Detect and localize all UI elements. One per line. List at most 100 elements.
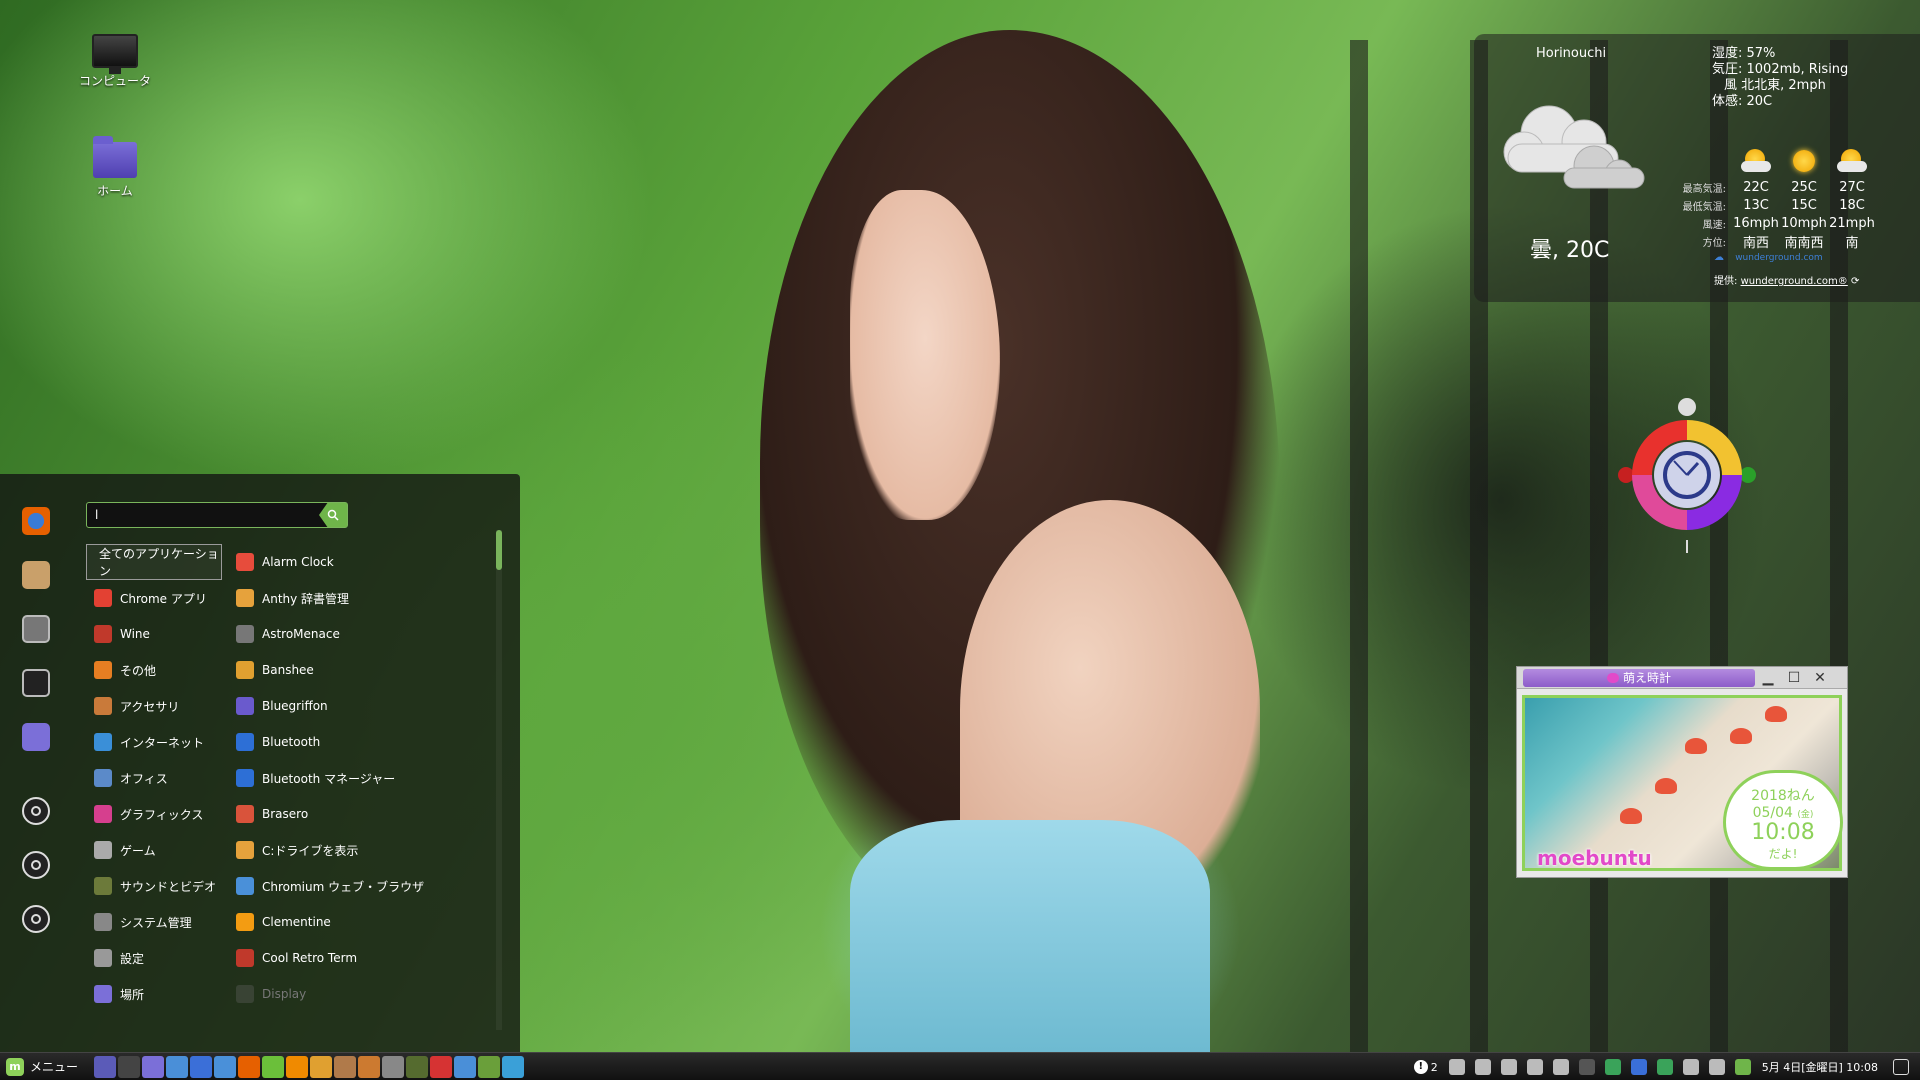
refresh-icon[interactable]: ⟳	[1851, 276, 1859, 287]
app-item[interactable]: Display	[232, 976, 492, 1012]
app-item[interactable]: Brasero	[232, 796, 492, 832]
mail-launcher-icon[interactable]	[334, 1055, 357, 1078]
category-item[interactable]: アクセサリ	[86, 688, 222, 724]
pen-icon[interactable]	[1500, 1059, 1517, 1075]
category-item[interactable]: インターネット	[86, 724, 222, 760]
terminal-launcher-icon[interactable]	[118, 1055, 141, 1078]
update-icon[interactable]	[1656, 1059, 1673, 1075]
banshee-launcher-icon[interactable]	[310, 1055, 333, 1078]
sunny-icon	[1780, 144, 1828, 178]
mint-update-icon[interactable]	[1734, 1059, 1751, 1075]
firefox-launcher-icon[interactable]	[238, 1055, 261, 1078]
moe-clock-title-box: 萌え時計	[1523, 668, 1755, 687]
volume-icon[interactable]	[1526, 1059, 1543, 1075]
category-label: サウンドとビデオ	[120, 879, 217, 894]
category-item[interactable]: ゲーム	[86, 832, 222, 868]
logout-button[interactable]	[10, 838, 62, 892]
app-item[interactable]: Bluegriffon	[232, 688, 492, 724]
files-launcher-icon[interactable]	[142, 1055, 165, 1078]
screenshot-icon[interactable]	[1474, 1059, 1491, 1075]
show-desktop-icon[interactable]	[1893, 1059, 1909, 1075]
forecast-value: 27C	[1839, 179, 1865, 195]
category-item[interactable]: 全てのアプリケーション	[86, 544, 222, 580]
forecast-value: 16mph	[1733, 215, 1779, 231]
category-item[interactable]: 場所	[86, 976, 222, 1012]
category-item[interactable]: Wine	[86, 616, 222, 652]
app-item[interactable]: Banshee	[232, 652, 492, 688]
close-button[interactable]: ✕	[1807, 668, 1833, 688]
network-icon[interactable]	[1708, 1059, 1725, 1075]
show-desktop-icon[interactable]	[94, 1055, 117, 1078]
desktop-icon-computer[interactable]: コンピュータ	[60, 34, 170, 89]
app-item[interactable]: AstroMenace	[232, 616, 492, 652]
calculator-launcher-icon[interactable]	[382, 1055, 405, 1078]
app-label: Chromium ウェブ・ブラウザ	[262, 879, 425, 894]
scrollbar-thumb[interactable]	[496, 530, 502, 570]
panel-clock[interactable]: 5月 4日[金曜日] 10:08	[1762, 1059, 1878, 1075]
wunderground-link[interactable]: wunderground.com®	[1741, 276, 1848, 287]
bluegriffon-launcher-icon[interactable]	[454, 1055, 477, 1078]
lock-screen-button[interactable]	[10, 784, 62, 838]
category-label: オフィス	[120, 771, 168, 786]
favorite-terminal[interactable]	[10, 656, 62, 710]
favorite-package-installer[interactable]	[10, 548, 62, 602]
menu-button[interactable]: m メニュー	[0, 1053, 78, 1080]
app-label: Bluetooth マネージャー	[262, 771, 396, 786]
category-item[interactable]: その他	[86, 652, 222, 688]
record-launcher-icon[interactable]	[430, 1055, 453, 1078]
evernote-icon[interactable]	[1604, 1059, 1621, 1075]
clipboard-icon[interactable]	[1552, 1059, 1569, 1075]
vlc-launcher-icon[interactable]	[286, 1055, 309, 1078]
scanner-launcher-icon[interactable]	[478, 1055, 501, 1078]
disk-launcher-icon[interactable]	[358, 1055, 381, 1078]
software-manager-icon[interactable]	[166, 1055, 189, 1078]
keyboard-icon[interactable]	[1682, 1059, 1699, 1075]
app-item[interactable]: Clementine	[232, 904, 492, 940]
app-list-scrollbar[interactable]	[496, 530, 502, 1030]
app-item[interactable]: Chromium ウェブ・ブラウザ	[232, 868, 492, 904]
office-icon	[94, 769, 112, 787]
accessories-icon	[94, 697, 112, 715]
spotify-launcher-icon[interactable]	[262, 1055, 285, 1078]
category-item[interactable]: サウンドとビデオ	[86, 868, 222, 904]
shield-icon[interactable]	[1630, 1059, 1647, 1075]
moe-clock-titlebar[interactable]: 萌え時計 ▁ ☐ ✕	[1517, 667, 1847, 689]
writer-launcher-icon[interactable]	[502, 1055, 525, 1078]
category-item[interactable]: オフィス	[86, 760, 222, 796]
forecast-value: 22C	[1743, 179, 1769, 195]
category-item[interactable]: システム管理	[86, 904, 222, 940]
app-item[interactable]: Bluetooth マネージャー	[232, 760, 492, 796]
minimize-button[interactable]: ▁	[1755, 668, 1781, 688]
favorite-system-settings[interactable]	[10, 602, 62, 656]
places-icon	[94, 985, 112, 1003]
desktop-icon-home[interactable]: ホーム	[60, 136, 170, 199]
app-item[interactable]: C:ドライブを表示	[232, 832, 492, 868]
app-item[interactable]: Alarm Clock	[232, 544, 492, 580]
app-item[interactable]: Cool Retro Term	[232, 940, 492, 976]
favorite-firefox[interactable]	[10, 494, 62, 548]
weather-location: Horinouchi	[1536, 46, 1607, 61]
umbrella-decoration	[1765, 706, 1787, 722]
notification-icon[interactable]: !	[1413, 1060, 1428, 1074]
category-item[interactable]: グラフィックス	[86, 796, 222, 832]
maximize-button[interactable]: ☐	[1781, 668, 1807, 688]
category-label: システム管理	[120, 915, 192, 930]
category-item[interactable]: 設定	[86, 940, 222, 976]
category-label: グラフィックス	[120, 807, 204, 822]
bluetooth-launcher-icon[interactable]	[190, 1055, 213, 1078]
search-input[interactable]	[87, 503, 319, 527]
category-item[interactable]: Chrome アプリ	[86, 580, 222, 616]
favorite-files[interactable]	[10, 710, 62, 764]
system-monitor-launcher-icon[interactable]	[406, 1055, 429, 1078]
chromium-launcher-icon[interactable]	[214, 1055, 237, 1078]
shutdown-button[interactable]	[10, 892, 62, 946]
search-icon[interactable]	[319, 503, 347, 527]
home-folder-icon	[93, 136, 137, 178]
forecast-value: 13C	[1743, 197, 1769, 213]
umbrella-decoration	[1655, 778, 1677, 794]
display-icon	[236, 985, 254, 1003]
app-item[interactable]: Anthy 辞書管理	[232, 580, 492, 616]
brightness-icon[interactable]	[1578, 1059, 1595, 1075]
app-item[interactable]: Bluetooth	[232, 724, 492, 760]
user-icon[interactable]	[1448, 1059, 1465, 1075]
